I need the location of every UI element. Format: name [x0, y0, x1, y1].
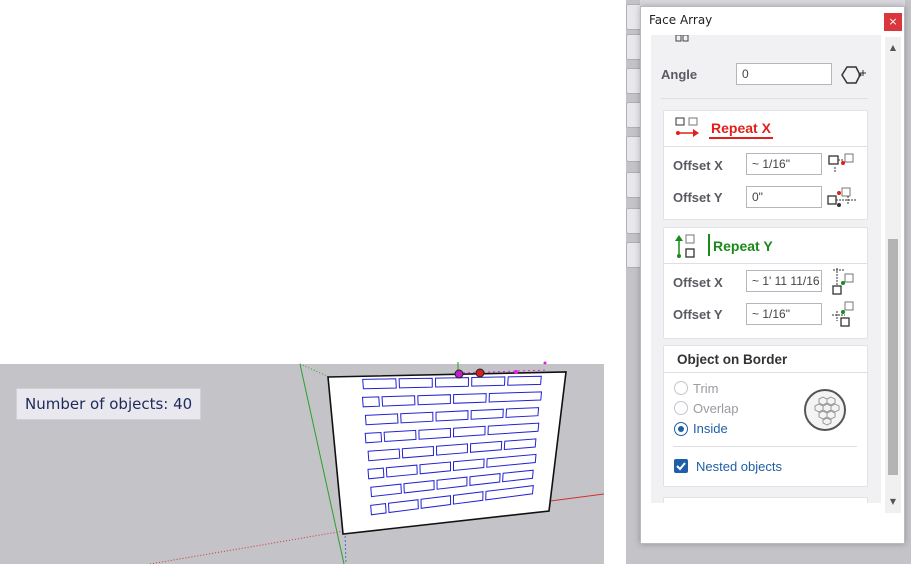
radio-inside-label[interactable]: Inside: [693, 421, 728, 436]
rotate-center-icon[interactable]: [838, 64, 868, 86]
repeat-y-icon: [675, 234, 695, 258]
radio-trim[interactable]: [674, 381, 688, 395]
layout-partial-icon: [675, 35, 689, 42]
radio-overlap[interactable]: [674, 401, 688, 415]
repeat-x-divider: [663, 146, 868, 147]
nested-divider: [673, 446, 857, 447]
repeat-y-offset-y-input[interactable]: ~ 1/16": [746, 303, 822, 325]
repeat-y-marker: [708, 234, 710, 256]
repeat-y-offset-x-label: Offset X: [673, 275, 723, 290]
repeat-x-underline: [709, 137, 773, 139]
face-array-dialog: Face Array × Angle 0 Repeat X Offset X ~…: [640, 6, 905, 544]
repeat-y-divider: [663, 263, 868, 264]
magenta-point: [514, 370, 518, 374]
angle-input[interactable]: 0: [736, 63, 832, 85]
offset-y-icon[interactable]: [826, 185, 858, 211]
offset-x-icon[interactable]: [828, 153, 856, 177]
repeat-x-offset-x-input[interactable]: ~ 1/16": [746, 153, 822, 175]
angle-separator: [661, 98, 868, 99]
dialog-scrollbar[interactable]: ▲ ▼: [885, 37, 901, 513]
red-handle: [475, 368, 485, 378]
scroll-thumb[interactable]: [888, 239, 898, 475]
hex-pattern-icon: [804, 389, 846, 431]
radio-inside[interactable]: [674, 422, 688, 436]
radio-trim-label[interactable]: Trim: [693, 381, 719, 396]
object-on-border-title: Object on Border: [677, 352, 788, 367]
repeat-y-offset-x-input[interactable]: ~ 1' 11 11/16: [746, 270, 822, 292]
app-window: Number of objects: 40 Face Array × Angle…: [0, 0, 911, 564]
model-viewport[interactable]: Number of objects: 40: [0, 0, 604, 564]
dialog-content: Angle 0 Repeat X Offset X ~ 1/16" Offset…: [651, 35, 881, 503]
repeat-x-tab[interactable]: Repeat X: [711, 120, 771, 136]
toolbar-right-edge: [905, 0, 911, 564]
magenta-handle: [454, 369, 464, 379]
repeat-x-icon: [675, 117, 699, 137]
repeat-y-offset-y-label: Offset Y: [673, 307, 723, 322]
offset-y-icon[interactable]: [831, 299, 857, 329]
repeat-y-tab[interactable]: Repeat Y: [713, 238, 773, 254]
dialog-titlebar[interactable]: Face Array ×: [641, 7, 904, 35]
checkbox-icon[interactable]: [674, 459, 688, 473]
magenta-point-2: [543, 361, 547, 365]
angle-label: Angle: [661, 67, 698, 82]
scroll-down-icon[interactable]: ▼: [885, 495, 901, 509]
scroll-up-icon[interactable]: ▲: [885, 41, 901, 55]
offset-x-icon[interactable]: [831, 267, 857, 297]
repeat-x-offset-x-label: Offset X: [673, 158, 723, 173]
border-divider: [663, 372, 868, 373]
dialog-title: Face Array: [649, 13, 713, 27]
scene-drawing[interactable]: [0, 0, 604, 564]
repeat-x-offset-y-input[interactable]: 0": [746, 186, 822, 208]
panel-gap: [604, 0, 626, 564]
array-face: [327, 371, 567, 535]
repeat-x-offset-y-label: Offset Y: [673, 190, 723, 205]
close-icon[interactable]: ×: [884, 13, 902, 31]
object-count-tooltip: Number of objects: 40: [16, 388, 202, 420]
radio-overlap-label[interactable]: Overlap: [693, 401, 739, 416]
nested-objects-label[interactable]: Nested objects: [696, 459, 782, 474]
